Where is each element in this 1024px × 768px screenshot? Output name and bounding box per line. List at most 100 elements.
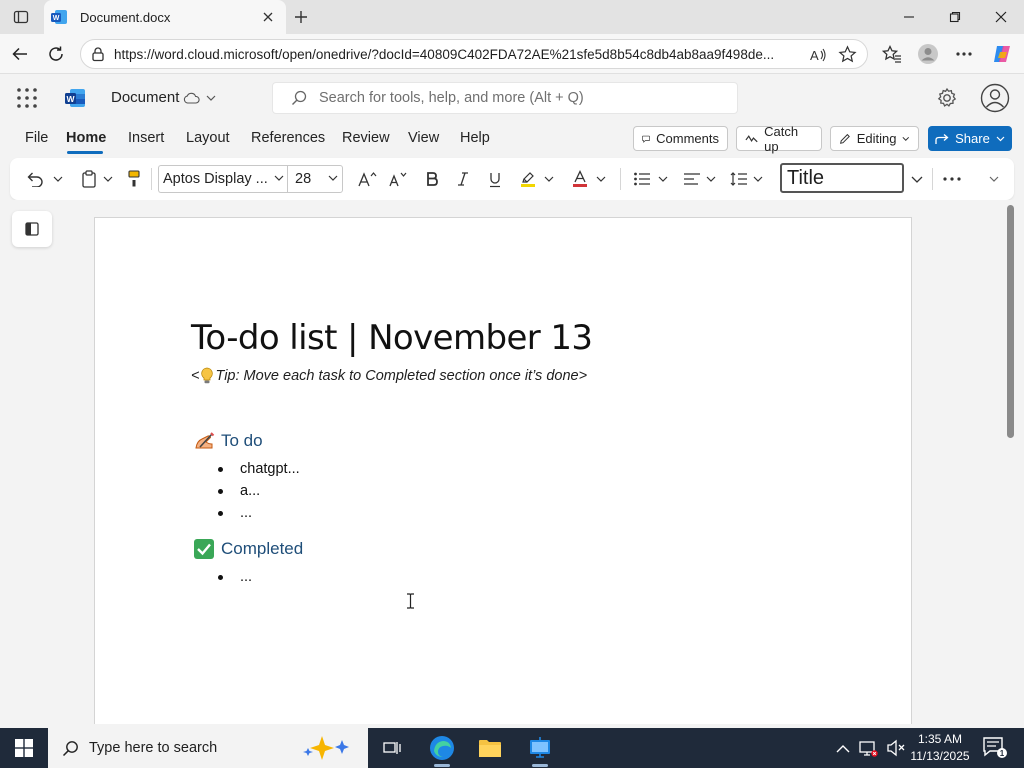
close-tab-icon[interactable] (258, 7, 278, 27)
tab-home[interactable]: Home (66, 130, 106, 146)
clock[interactable]: 1:35 AM 11/13/2025 (905, 731, 975, 765)
new-tab-icon[interactable] (290, 6, 312, 28)
font-name-dropdown[interactable]: Aptos Display ... (158, 165, 288, 193)
favorite-star-icon[interactable] (838, 45, 857, 64)
navigation-pane-icon[interactable] (12, 211, 52, 247)
toolbar-divider (932, 168, 933, 190)
bullets-icon[interactable] (631, 167, 653, 191)
list-item-text: ... (240, 569, 253, 585)
system-tray (836, 728, 906, 768)
undo-icon[interactable] (24, 167, 46, 191)
expand-ribbon-icon[interactable] (986, 167, 1002, 191)
font-size-dropdown[interactable]: 28 (287, 165, 343, 193)
list-item[interactable]: a... (218, 483, 260, 499)
list-item[interactable]: chatgpt... (218, 461, 300, 477)
toolbar-divider (620, 168, 621, 190)
document-name[interactable]: Document (111, 89, 179, 106)
grow-font-icon[interactable] (357, 167, 379, 191)
search-icon (62, 740, 78, 756)
line-spacing-icon[interactable] (728, 167, 750, 191)
chevron-down-icon[interactable] (541, 167, 557, 191)
tip-line[interactable]: < Tip: Move each task to Completed secti… (191, 367, 587, 385)
tab-actions-icon[interactable] (8, 5, 34, 29)
close-window-icon[interactable] (986, 5, 1016, 29)
file-explorer-icon[interactable] (468, 728, 512, 768)
notifications-icon[interactable]: 1 (982, 736, 1008, 760)
task-view-icon[interactable] (370, 728, 414, 768)
restore-icon[interactable] (940, 5, 970, 29)
account-icon[interactable] (980, 83, 1010, 113)
chevron-down-icon[interactable] (750, 167, 766, 191)
tab-review[interactable]: Review (342, 130, 390, 146)
scrollbar-thumb[interactable] (1007, 205, 1014, 438)
bold-icon[interactable] (422, 167, 442, 191)
completed-heading[interactable]: Completed (193, 538, 303, 560)
read-aloud-icon[interactable]: A (809, 46, 827, 64)
url-bar[interactable]: https://word.cloud.microsoft/open/onedri… (80, 39, 868, 69)
list-item-text: a... (240, 483, 261, 499)
comments-button[interactable]: Comments (633, 126, 728, 151)
clipboard-icon[interactable] (78, 167, 100, 191)
more-commands-icon[interactable] (940, 167, 964, 191)
document-page[interactable]: To-do list | November 13 < Tip: Move eac… (94, 217, 912, 724)
chevron-down-icon[interactable] (906, 168, 928, 190)
browser-tab[interactable]: W Document.docx (44, 0, 286, 34)
refresh-icon[interactable] (43, 41, 69, 67)
font-color-icon[interactable] (569, 167, 591, 191)
tab-help[interactable]: Help (460, 130, 490, 146)
align-left-icon[interactable] (681, 167, 703, 191)
tab-insert[interactable]: Insert (128, 130, 164, 146)
list-item[interactable]: ... (218, 569, 252, 585)
highlight-icon[interactable] (517, 167, 539, 191)
tab-file[interactable]: File (25, 130, 48, 146)
chevron-up-icon[interactable] (836, 744, 850, 753)
catch-up-icon (745, 134, 758, 142)
more-options-icon[interactable] (952, 42, 976, 66)
edge-icon[interactable] (420, 728, 464, 768)
chevron-down-icon[interactable] (703, 167, 719, 191)
remote-desktop-icon[interactable] (518, 728, 562, 768)
windows-taskbar: Type here to search 1:35 AM 11/13/2025 1 (0, 728, 1024, 768)
catch-up-button[interactable]: Catch up (736, 124, 822, 154)
format-painter-icon[interactable] (124, 167, 144, 191)
site-info-icon[interactable] (90, 46, 106, 62)
word-app-header: W Document (0, 75, 1024, 121)
active-tab-indicator (67, 151, 103, 154)
profile-avatar-icon[interactable] (916, 42, 940, 66)
taskbar-search[interactable]: Type here to search (48, 728, 368, 768)
italic-icon[interactable] (453, 167, 473, 191)
search-box[interactable] (272, 82, 738, 114)
network-icon[interactable] (858, 739, 878, 757)
tab-view[interactable]: View (408, 130, 439, 146)
document-title[interactable]: To-do list | November 13 (191, 318, 593, 358)
copilot-icon[interactable] (990, 42, 1014, 66)
chevron-down-icon[interactable] (206, 95, 216, 101)
volume-muted-icon[interactable] (886, 739, 906, 757)
todo-heading[interactable]: To do (193, 430, 263, 452)
style-box[interactable]: Title (780, 163, 904, 193)
share-button[interactable]: Share (928, 126, 1012, 151)
shrink-font-icon[interactable] (387, 167, 409, 191)
editing-mode-button[interactable]: Editing (830, 126, 919, 151)
chevron-down-icon[interactable] (655, 167, 671, 191)
editing-label: Editing (856, 131, 897, 146)
chevron-down-icon[interactable] (100, 167, 116, 191)
app-launcher-icon[interactable] (16, 87, 38, 109)
back-icon[interactable] (7, 41, 33, 67)
search-input[interactable] (319, 90, 719, 106)
tab-references[interactable]: References (251, 130, 325, 146)
list-item[interactable]: ... (218, 505, 252, 521)
word-logo-icon[interactable]: W (64, 87, 86, 109)
svg-text:A: A (810, 48, 819, 63)
cloud-saved-icon (183, 92, 200, 104)
chevron-down-icon[interactable] (593, 167, 609, 191)
tab-layout[interactable]: Layout (186, 130, 230, 146)
start-button[interactable] (0, 728, 48, 768)
favorites-icon[interactable] (880, 42, 904, 66)
minimize-icon[interactable] (894, 5, 924, 29)
chevron-down-icon[interactable] (50, 167, 66, 191)
comments-label: Comments (656, 131, 719, 146)
gear-icon[interactable] (936, 87, 958, 109)
completed-heading-text: Completed (221, 539, 304, 558)
underline-icon[interactable] (485, 167, 505, 191)
